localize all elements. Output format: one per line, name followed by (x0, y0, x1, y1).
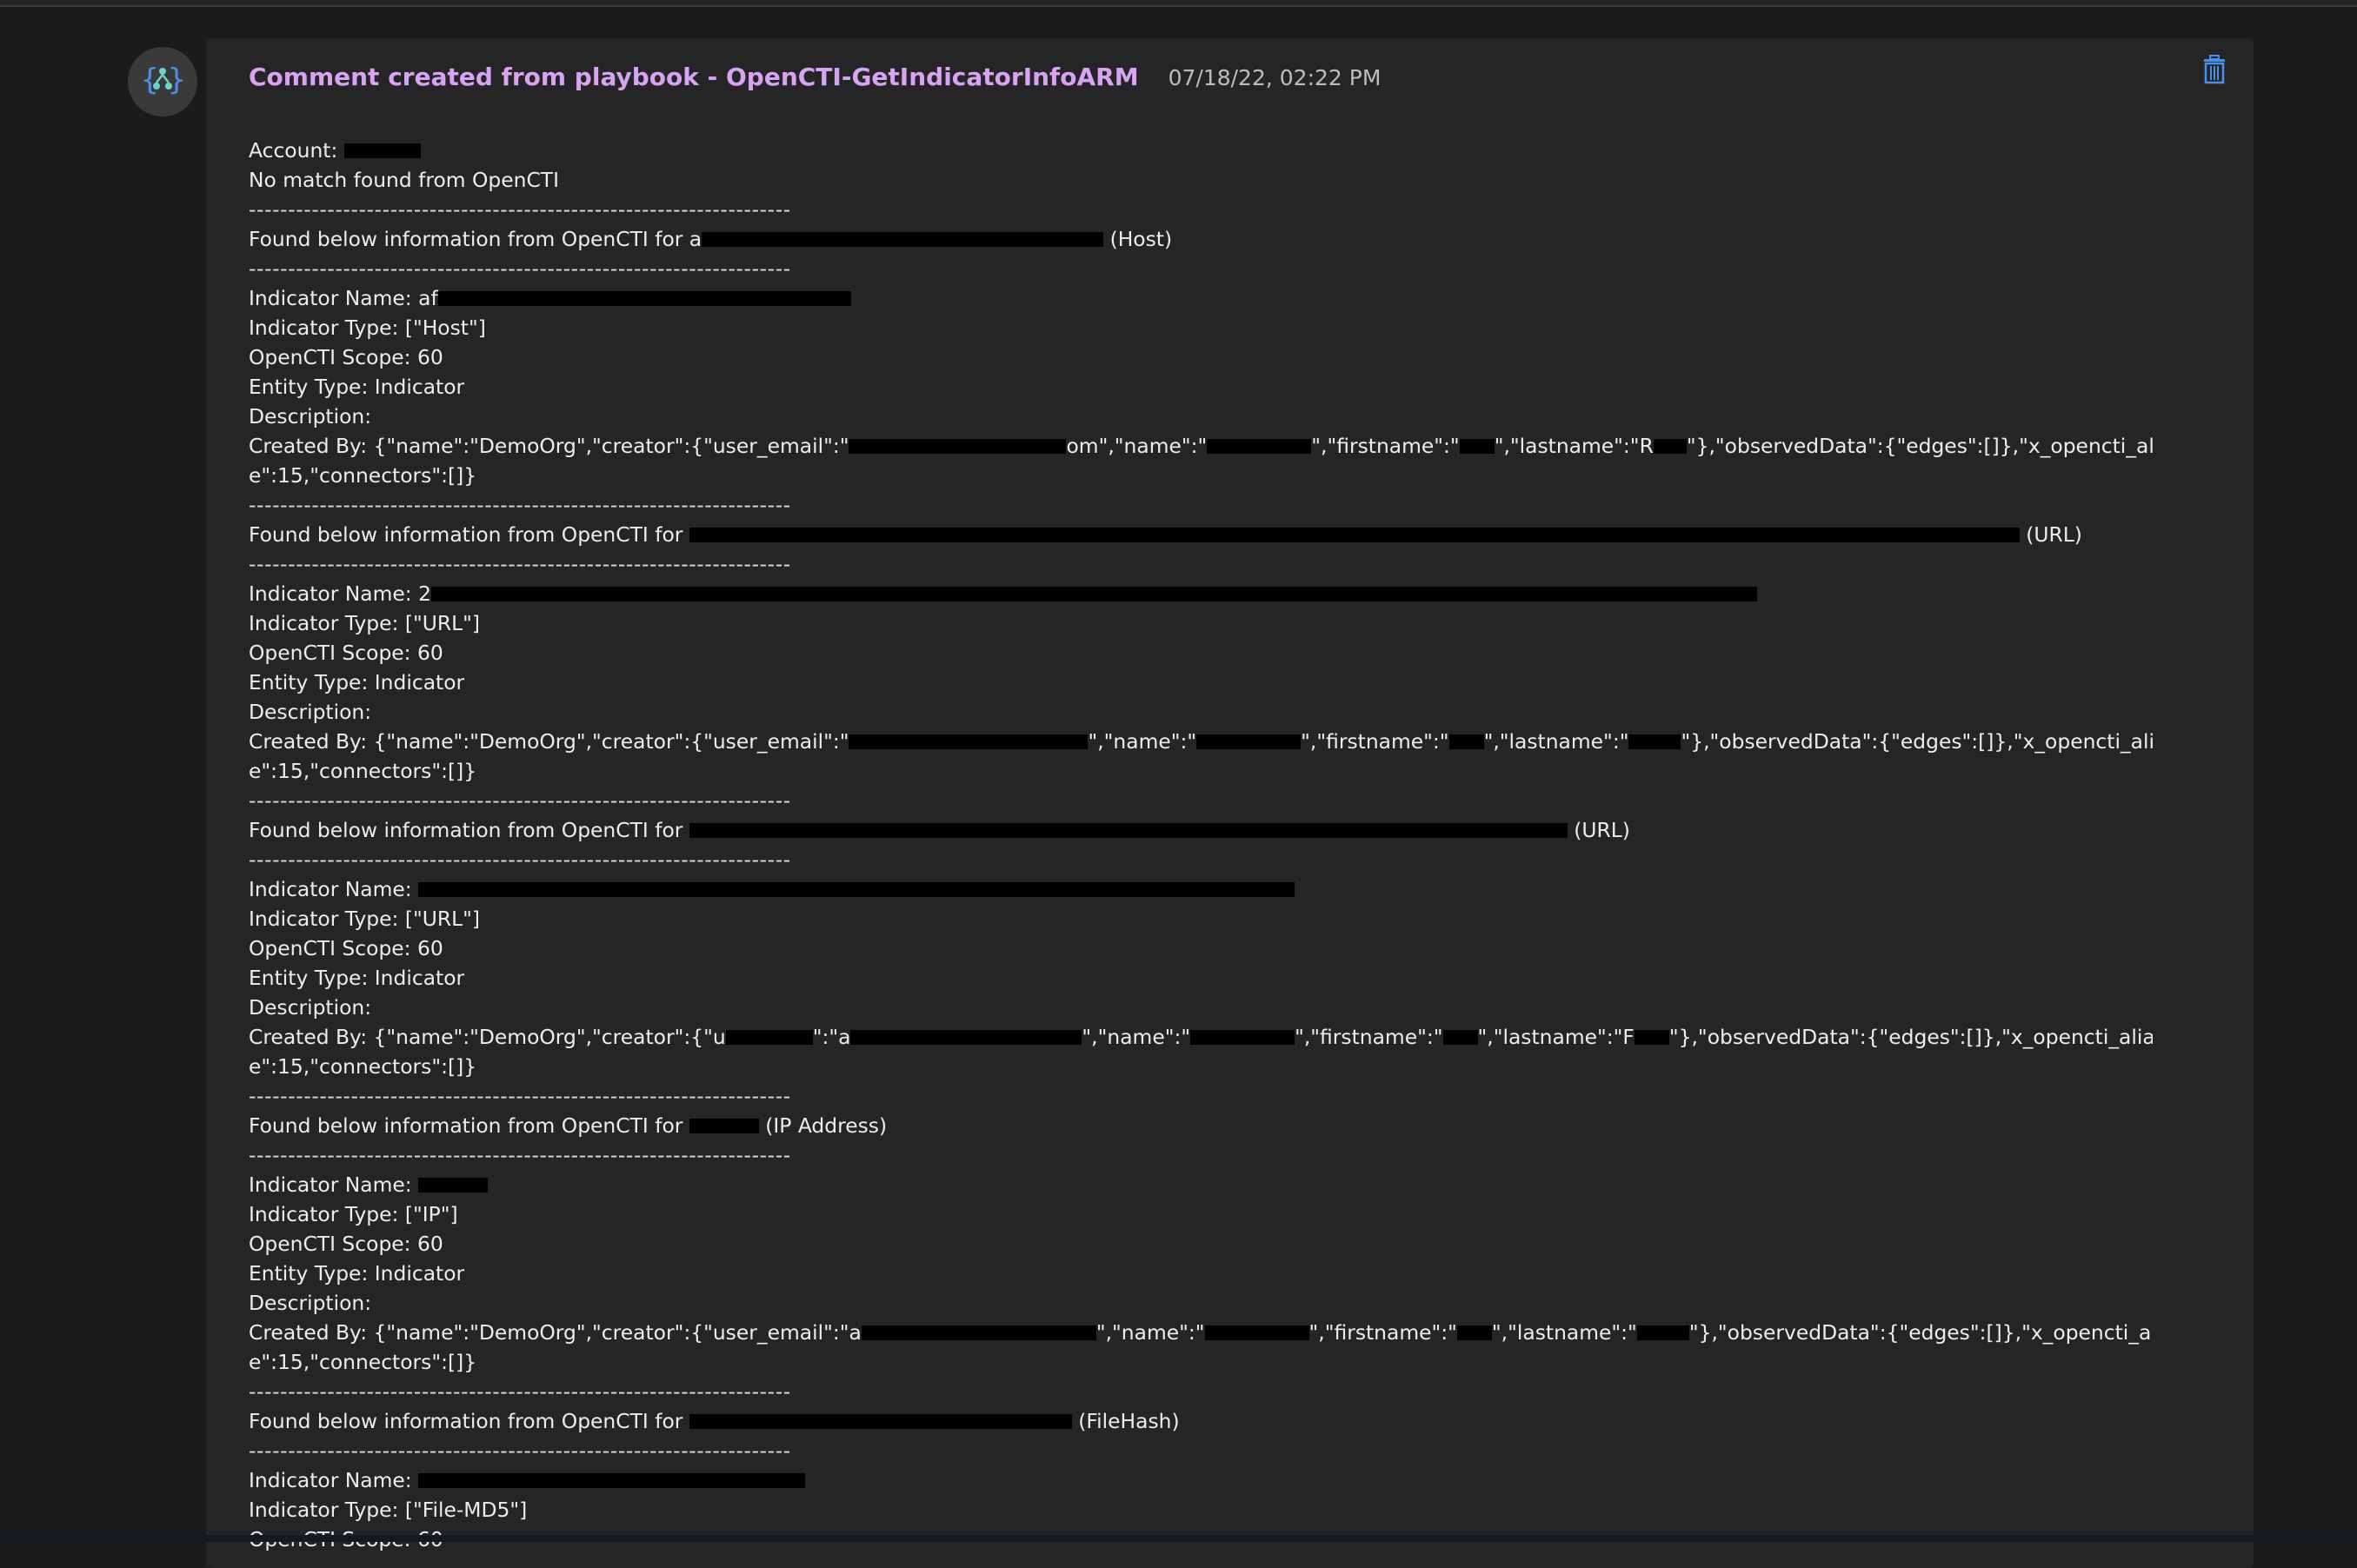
redacted-value (702, 232, 1104, 247)
no-match-line: No match found from OpenCTI (249, 168, 559, 192)
description-line: Description: (249, 995, 372, 1020)
indicator-name-line: Indicator Name: 2 (249, 579, 2153, 608)
separator-line: ----------------------------------------… (249, 493, 791, 517)
found-ip-line: Found below information from OpenCTI for… (249, 1113, 888, 1138)
separator-line: ----------------------------------------… (249, 552, 791, 576)
separator-line: ----------------------------------------… (249, 1143, 791, 1167)
opencti-scope-line: OpenCTI Scope: 60 (249, 641, 443, 665)
opencti-scope-line: OpenCTI Scope: 60 (249, 936, 443, 960)
account-line: Account: (249, 136, 2153, 165)
redacted-value (849, 734, 1089, 749)
comment-card: Comment created from playbook - OpenCTI-… (206, 38, 2254, 1568)
indicator-type-line: Indicator Type: ["URL"] (249, 907, 481, 931)
indicator-type-line: Indicator Type: ["File-MD5"] (249, 1498, 528, 1522)
redacted-value (1636, 1325, 1689, 1340)
found-host-line: Found below information from OpenCTI for… (249, 227, 1173, 251)
svg-text:}: } (168, 63, 185, 97)
redacted-value (689, 528, 2020, 542)
description-line: Description: (249, 404, 372, 429)
comment-timestamp: 07/18/22, 02:22 PM (1168, 65, 1382, 90)
redacted-value (861, 1325, 1096, 1340)
created-by-line-cont: e":15,"connectors":[]} (249, 463, 477, 488)
redacted-value (431, 587, 1758, 601)
trash-icon (2202, 55, 2227, 88)
indicator-type-line: Indicator Type: ["URL"] (249, 611, 481, 635)
logic-app-icon: { } (139, 56, 186, 107)
redacted-value (1634, 1030, 1669, 1045)
created-by-line: Created By: {"name":"DemoOrg","creator":… (249, 729, 2153, 754)
redacted-value (689, 1119, 759, 1133)
comment-title: Comment created from playbook - OpenCTI-… (249, 63, 1139, 91)
redacted-value (437, 291, 851, 306)
indicator-type-line: Indicator Type: ["IP"] (249, 1202, 458, 1226)
redacted-value (1628, 734, 1681, 749)
playbook-avatar: { } (128, 47, 197, 116)
window-top-strip (0, 0, 2357, 7)
redacted-value (343, 143, 421, 158)
created-by-line: Created By: {"name":"DemoOrg","creator":… (249, 1025, 2153, 1049)
redacted-value (849, 439, 1067, 454)
window-bottom-strip (0, 1535, 2357, 1542)
indicator-name-line: Indicator Name: (249, 1465, 2153, 1495)
redacted-value (1459, 439, 1495, 454)
redacted-value (1442, 1030, 1478, 1045)
entity-type-line: Entity Type: Indicator (249, 966, 465, 990)
separator-line: ----------------------------------------… (249, 197, 791, 222)
redacted-value (1653, 439, 1687, 454)
created-by-line: Created By: {"name":"DemoOrg","creator":… (249, 1320, 2153, 1345)
opencti-scope-line: OpenCTI Scope: 60 (249, 345, 443, 369)
redacted-value (1196, 734, 1302, 749)
separator-line: ----------------------------------------… (249, 1379, 791, 1404)
redacted-value (418, 882, 1295, 897)
opencti-scope-line: OpenCTI Scope: 60 (249, 1232, 443, 1256)
redacted-value (1448, 734, 1484, 749)
redacted-value (725, 1030, 813, 1045)
description-line: Description: (249, 700, 372, 724)
indicator-type-line: Indicator Type: ["Host"] (249, 316, 486, 340)
delete-comment-button[interactable] (2200, 54, 2229, 89)
created-by-line-cont: e":15,"connectors":[]} (249, 759, 477, 783)
created-by-line: Created By: {"name":"DemoOrg","creator":… (249, 434, 2153, 458)
separator-line: ----------------------------------------… (249, 1438, 791, 1463)
redacted-value (850, 1030, 1082, 1045)
created-by-line-cont: e":15,"connectors":[]} (249, 1054, 477, 1079)
separator-line: ----------------------------------------… (249, 256, 791, 281)
redacted-value (1190, 1030, 1295, 1045)
found-url-line: Found below information from OpenCTI for… (249, 818, 1630, 842)
created-by-line-cont: e":15,"connectors":[]} (249, 1350, 477, 1374)
redacted-value (1207, 439, 1312, 454)
entity-type-line: Entity Type: Indicator (249, 375, 465, 399)
description-line: Description: (249, 1291, 372, 1315)
redacted-value (1204, 1325, 1309, 1340)
comment-header: Comment created from playbook - OpenCTI-… (249, 63, 1381, 91)
redacted-value (689, 1414, 1072, 1429)
redacted-value (418, 1178, 489, 1193)
indicator-name-line: Indicator Name: (249, 1170, 2153, 1199)
entity-type-line: Entity Type: Indicator (249, 1261, 465, 1286)
redacted-value (418, 1473, 806, 1488)
svg-text:{: { (141, 63, 158, 97)
entity-type-line: Entity Type: Indicator (249, 670, 465, 694)
separator-line: ----------------------------------------… (249, 847, 791, 872)
comment-body: Account: No match found from OpenCTI ---… (249, 136, 2153, 1554)
indicator-name-line: Indicator Name: af (249, 283, 2153, 313)
found-url-line: Found below information from OpenCTI for… (249, 522, 2082, 547)
found-filehash-line: Found below information from OpenCTI for… (249, 1409, 1180, 1433)
indicator-name-line: Indicator Name: (249, 874, 2153, 904)
separator-line: ----------------------------------------… (249, 1084, 791, 1108)
separator-line: ----------------------------------------… (249, 788, 791, 813)
redacted-value (689, 823, 1568, 838)
redacted-value (1456, 1325, 1492, 1340)
